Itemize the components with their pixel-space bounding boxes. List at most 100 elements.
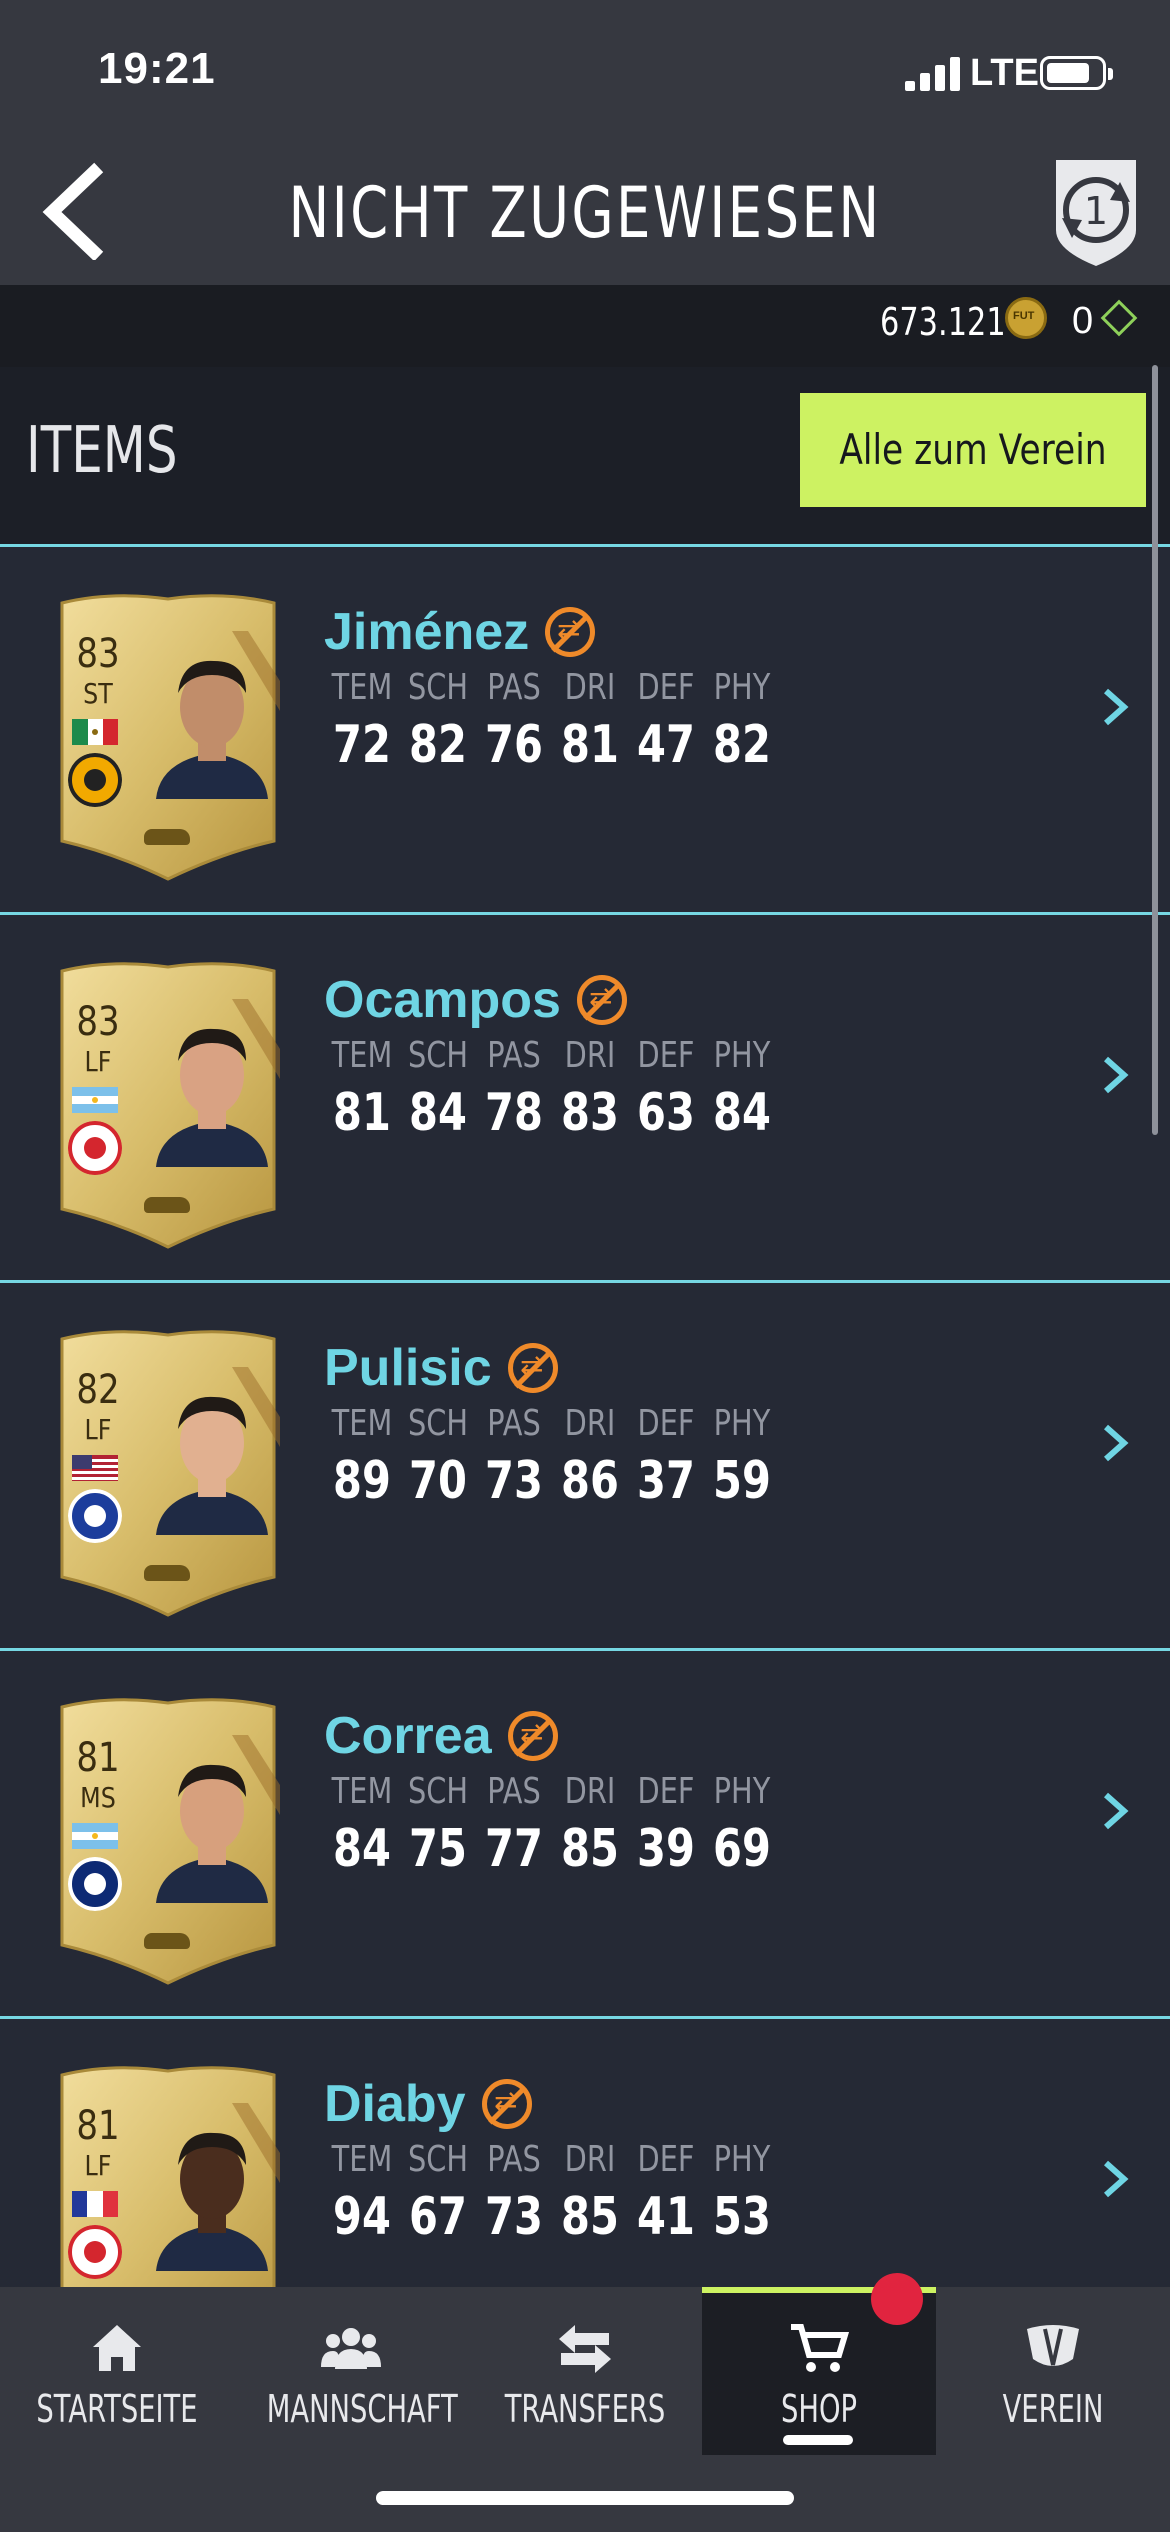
club-crest-icon xyxy=(68,1121,122,1175)
tab-startseite[interactable]: STARTSEITE xyxy=(0,2287,234,2455)
player-row[interactable]: 83 LF Ocampos TEMSCHPASDRIDEFPHY 8184788… xyxy=(0,912,1170,1280)
nation-flag-icon xyxy=(72,719,118,745)
nation-flag-icon xyxy=(72,1823,118,1849)
chevron-right-icon[interactable] xyxy=(1100,1055,1130,1095)
player-row[interactable]: 82 LF Pulisic TEMSCHPASDRIDEFPHY 8970738… xyxy=(0,1280,1170,1648)
back-chevron-icon[interactable] xyxy=(36,160,116,260)
scrollbar[interactable] xyxy=(1152,365,1158,1135)
boot-icon xyxy=(144,1933,190,1949)
stat-value: 37 xyxy=(637,1451,695,1511)
stat-label: SCH xyxy=(407,2139,469,2180)
shop-notification-badge xyxy=(871,2273,923,2325)
player-row[interactable]: 83 ST Jiménez TEM SCH PAS DRI DEF PHY 72 82 76 8… xyxy=(0,544,1170,912)
card-position: LF xyxy=(84,2149,112,2182)
untradeable-icon xyxy=(482,2079,532,2129)
stat-label: PAS xyxy=(487,1771,541,1812)
stat-value: 82 xyxy=(409,715,467,775)
stat-value: 77 xyxy=(485,1819,543,1879)
stat-value: 70 xyxy=(409,1451,467,1511)
stat-value: 59 xyxy=(713,1451,771,1511)
club-crest-icon xyxy=(68,2225,122,2279)
stat-label: SCH xyxy=(407,1403,469,1444)
stat-value: 86 xyxy=(561,1451,619,1511)
player-card: 83 ST xyxy=(52,591,284,881)
tab-mannschaft[interactable]: MANNSCHAFT xyxy=(234,2287,468,2455)
stat-label: PHY xyxy=(713,667,771,708)
coin-balance: 673.121 xyxy=(880,300,1006,344)
items-label: ITEMS xyxy=(26,414,178,488)
player-name: Correa xyxy=(324,1707,492,1765)
card-position: LF xyxy=(84,1413,112,1446)
battery-icon xyxy=(1040,56,1113,90)
nation-flag-icon xyxy=(72,1087,118,1113)
chevron-right-icon[interactable] xyxy=(1100,1423,1130,1463)
stat-value: 78 xyxy=(485,1083,543,1143)
sbc-refresh-icon[interactable]: 1 xyxy=(1048,150,1144,270)
stat-value: 84 xyxy=(409,1083,467,1143)
card-position: ST xyxy=(83,677,113,710)
network-label: LTE xyxy=(970,52,1039,94)
chevron-right-icon[interactable] xyxy=(1100,687,1130,727)
stat-label: PHY xyxy=(713,1035,771,1076)
stat-label: TEM xyxy=(331,2139,393,2180)
nation-flag-icon xyxy=(72,1455,118,1481)
player-card: 81 MS xyxy=(52,1695,284,1985)
tab-label: STARTSEITE xyxy=(36,2387,198,2431)
stat-value: 39 xyxy=(637,1819,695,1879)
stat-value: 94 xyxy=(333,2187,391,2247)
tab-transfers[interactable]: TRANSFERS xyxy=(468,2287,702,2455)
stat-label: PAS xyxy=(487,1403,541,1444)
status-time: 19:21 xyxy=(98,44,216,93)
card-position: LF xyxy=(84,1045,112,1078)
stat-value: 73 xyxy=(485,1451,543,1511)
stat-labels: TEM SCH PAS DRI DEF PHY xyxy=(324,1771,780,1812)
home-icon xyxy=(93,2325,141,2371)
send-all-to-club-button[interactable]: Alle zum Verein xyxy=(800,393,1146,507)
player-card: 82 LF xyxy=(52,1327,284,1617)
tab-label: MANNSCHAFT xyxy=(266,2387,458,2431)
home-indicator xyxy=(376,2491,794,2505)
stat-value: 47 xyxy=(637,715,695,775)
stat-value: 63 xyxy=(637,1083,695,1143)
stat-label: TEM xyxy=(331,1771,393,1812)
card-rating: 81 xyxy=(76,1735,120,1781)
player-portrait xyxy=(156,1396,268,1535)
card-rating: 83 xyxy=(76,631,120,677)
player-row[interactable]: 81 MS Correa TEM SCH PAS DRI DEF PHY 84 75 77 85… xyxy=(0,1648,1170,2016)
stat-label: DEF xyxy=(637,1771,695,1812)
tab-verein[interactable]: VEREIN xyxy=(936,2287,1170,2455)
stat-labels: TEM SCH PAS DRI DEF PHY xyxy=(324,2139,780,2180)
untradeable-icon xyxy=(508,1711,558,1761)
transfer-arrows-icon xyxy=(559,2325,611,2373)
stat-values: 89 70 73 86 37 59 xyxy=(324,1451,780,1511)
stat-label: PHY xyxy=(713,1403,771,1444)
player-card: 83 LF xyxy=(52,959,284,1249)
stat-value: 85 xyxy=(561,1819,619,1879)
stat-labels: TEM SCH PAS DRI DEF PHY xyxy=(324,1035,780,1076)
player-portrait xyxy=(156,2132,268,2271)
stat-value: 85 xyxy=(561,2187,619,2247)
stat-label: SCH xyxy=(407,667,469,708)
stat-value: 81 xyxy=(561,715,619,775)
signal-icon xyxy=(905,57,963,91)
stat-label: DEF xyxy=(637,1035,695,1076)
stat-label: DEF xyxy=(637,2139,695,2180)
player-portrait xyxy=(156,1764,268,1903)
team-icon xyxy=(321,2328,381,2369)
stat-label: PAS xyxy=(487,2139,541,2180)
stat-value: 69 xyxy=(713,1819,771,1879)
stat-label: DRI xyxy=(564,667,616,708)
sbc-badge-number: 1 xyxy=(1084,189,1108,233)
stat-values: 94 67 73 85 41 53 xyxy=(324,2187,780,2247)
chevron-right-icon[interactable] xyxy=(1100,1791,1130,1831)
card-rating: 82 xyxy=(76,1367,120,1413)
untradeable-icon xyxy=(508,1343,558,1393)
stat-label: TEM xyxy=(331,1403,393,1444)
untradeable-icon xyxy=(577,975,627,1025)
player-portrait xyxy=(156,1028,268,1167)
boot-icon xyxy=(144,1565,190,1581)
stat-values: 84 75 77 85 39 69 xyxy=(324,1819,780,1879)
stat-value: 73 xyxy=(485,2187,543,2247)
chevron-right-icon[interactable] xyxy=(1100,2159,1130,2199)
stat-value: 67 xyxy=(409,2187,467,2247)
